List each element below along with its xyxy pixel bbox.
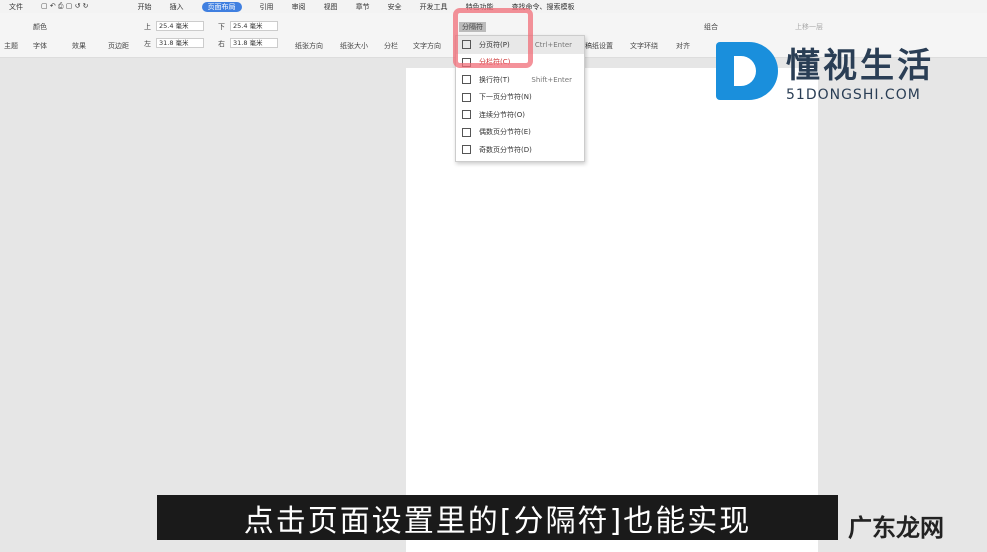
tab-references[interactable]: 引用 <box>260 2 274 12</box>
file-menu[interactable]: 文件 <box>9 2 23 12</box>
logo-domain: 51DONGSHI.COM <box>786 87 921 103</box>
menu-item-even-page-section[interactable]: 偶数页分节符(E) <box>456 124 584 142</box>
logo-name: 懂视生活 <box>786 46 934 86</box>
menu-item-next-page-section[interactable]: 下一页分节符(N) <box>456 89 584 107</box>
tab-security[interactable]: 安全 <box>388 2 402 12</box>
color-button[interactable]: 颜色 <box>33 22 47 32</box>
left-margin-input[interactable]: 31.8 毫米 <box>156 38 204 48</box>
label: 连续分节符(O) <box>479 110 525 119</box>
label: 下一页分节符(N) <box>479 93 532 102</box>
top-label: 上 <box>144 23 151 31</box>
tab-start[interactable]: 开始 <box>138 2 152 12</box>
effect-button[interactable]: 效果 <box>72 41 86 51</box>
quick-icons: ▢ ↶ ⎙ ▢ ↺ ↻ <box>41 2 89 10</box>
section-icon <box>462 145 471 155</box>
tab-review[interactable]: 审阅 <box>292 2 306 12</box>
section-icon <box>462 127 471 137</box>
group-button[interactable]: 组合 <box>704 22 718 32</box>
theme-button[interactable]: 主题 <box>4 41 18 51</box>
left-label: 左 <box>144 40 151 48</box>
orientation-button[interactable]: 纸张方向 <box>295 41 323 51</box>
shortcut: Ctrl+Enter <box>534 40 572 49</box>
section-icon <box>462 92 471 102</box>
shortcut: Shift+Enter <box>531 75 572 84</box>
tab-page-layout[interactable]: 页面布局 <box>201 1 242 12</box>
text-direction-button[interactable]: 文字方向 <box>413 41 441 51</box>
tab-developer[interactable]: 开发工具 <box>420 2 448 12</box>
watermark: 广东龙网 <box>848 514 944 542</box>
line-break-icon <box>462 75 471 85</box>
highlight-box <box>453 8 533 68</box>
top-margin-input[interactable]: 25.4 毫米 <box>156 21 204 31</box>
wrap-button[interactable]: 文字环绕 <box>630 41 658 51</box>
paper-setup-button[interactable]: 稿纸设置 <box>585 41 613 51</box>
subtitle: 点击页面设置里的[分隔符]也能实现 <box>157 495 838 540</box>
bring-forward-button[interactable]: 上移一层 <box>795 22 823 32</box>
tab-view[interactable]: 视图 <box>324 2 338 12</box>
bottom-margin-input[interactable]: 25.4 毫米 <box>230 21 278 31</box>
tab-insert[interactable]: 插入 <box>170 2 184 12</box>
font-button[interactable]: 字体 <box>33 41 47 51</box>
align-button[interactable]: 对齐 <box>676 41 690 51</box>
logo-mark-icon <box>716 41 778 100</box>
margin-button[interactable]: 页边距 <box>108 41 129 51</box>
menu-item-odd-page-section[interactable]: 奇数页分节符(D) <box>456 141 584 159</box>
label: 奇数页分节符(D) <box>479 145 532 154</box>
label: 偶数页分节符(E) <box>479 128 531 137</box>
menu-item-line-break[interactable]: 换行符(T) Shift+Enter <box>456 71 584 89</box>
right-margin-input[interactable]: 31.8 毫米 <box>230 38 278 48</box>
label: 换行符(T) <box>479 75 510 84</box>
logo: 懂视生活 51DONGSHI.COM <box>716 38 934 103</box>
menu-item-continuous-section[interactable]: 连续分节符(O) <box>456 106 584 124</box>
size-button[interactable]: 纸张大小 <box>340 41 368 51</box>
bottom-label: 下 <box>218 23 225 31</box>
columns-button[interactable]: 分栏 <box>384 41 398 51</box>
section-icon <box>462 110 471 120</box>
right-label: 右 <box>218 40 225 48</box>
tab-chapter[interactable]: 章节 <box>356 2 370 12</box>
